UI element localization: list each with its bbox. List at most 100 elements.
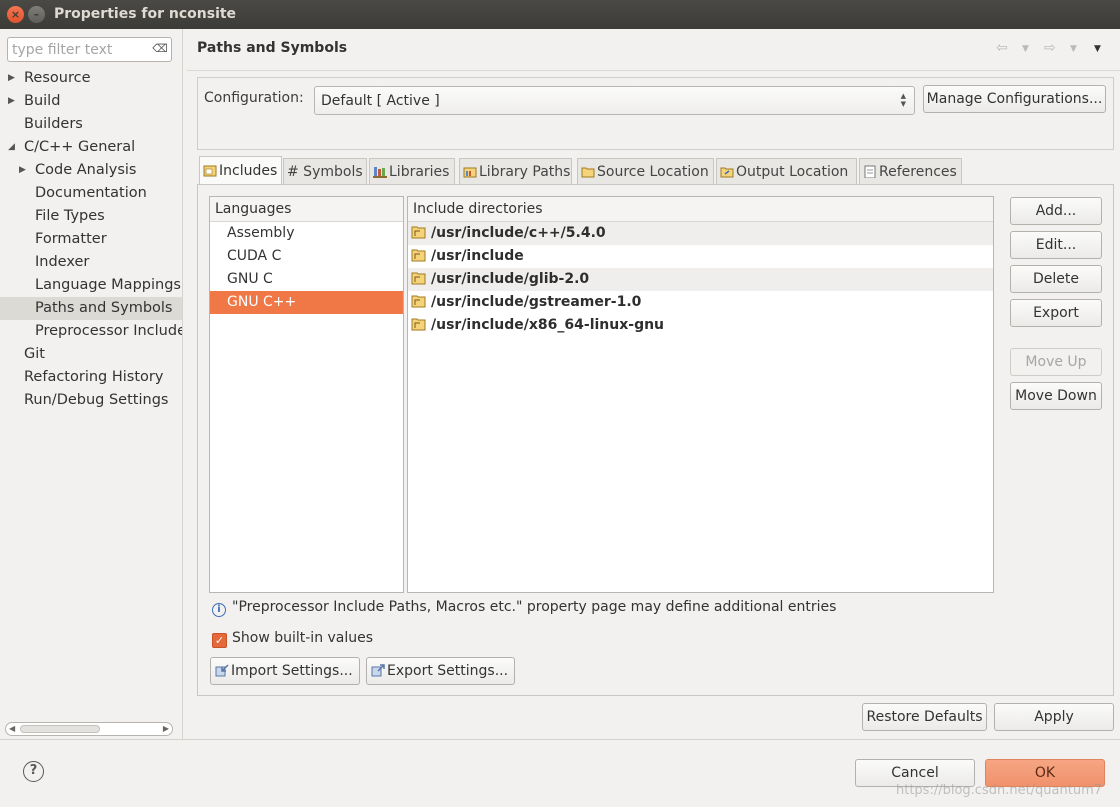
languages-column-header[interactable]: Languages (210, 197, 403, 222)
collapsed-arrow-icon[interactable]: ▶ (8, 67, 15, 90)
tab-output-location[interactable]: Output Location (716, 158, 857, 184)
language-item[interactable]: Assembly (210, 222, 403, 245)
language-item[interactable]: GNU C++ (210, 291, 403, 314)
include-folder-icon (411, 226, 426, 239)
include-folder-icon (411, 249, 426, 262)
tab-source-location[interactable]: Source Location (577, 158, 714, 184)
clear-filter-icon[interactable]: ⌫ (152, 43, 168, 55)
move-down-button[interactable]: Move Down (1010, 382, 1102, 410)
forward-menu-chevron-icon[interactable]: ▼ (1070, 44, 1077, 54)
export-button[interactable]: Export (1010, 299, 1102, 327)
include-directory-item[interactable]: /usr/include/glib-2.0 (408, 268, 993, 291)
add-button[interactable]: Add... (1010, 197, 1102, 225)
navigation-pane: ⌫ ▶Resource▶BuildBuilders◢C/C++ General▶… (0, 29, 183, 739)
tree-item-label: Preprocessor Include (35, 323, 182, 339)
export-settings-button[interactable]: Export Settings... (366, 657, 515, 685)
languages-list: Languages Assembly CUDA C GNU C GNU C++ (209, 196, 404, 593)
include-directories-column-header[interactable]: Include directories (408, 197, 993, 222)
references-icon (864, 165, 876, 178)
libraries-icon (373, 167, 387, 178)
tree-item-label: Language Mappings (35, 277, 181, 293)
tree-item[interactable]: File Types (0, 205, 182, 228)
scroll-right-icon[interactable]: ▶ (163, 723, 169, 735)
tree-item-label: File Types (35, 208, 105, 224)
tree-item[interactable]: Indexer (0, 251, 182, 274)
configuration-combo[interactable]: Default [ Active ] ▲ ▼ (314, 86, 915, 115)
show-builtin-values-row[interactable]: ✓ Show built-in values (212, 630, 373, 648)
filter-input[interactable] (8, 38, 146, 61)
include-directory-item[interactable]: /usr/include/c++/5.4.0 (408, 222, 993, 245)
language-item[interactable]: GNU C (210, 268, 403, 291)
delete-button[interactable]: Delete (1010, 265, 1102, 293)
source-folder-icon (581, 167, 595, 178)
tree-item[interactable]: Documentation (0, 182, 182, 205)
property-tree: ▶ Resource ▶ Build Builders ◢ C/C++ General ▶ Co… (0, 67, 182, 412)
scrollbar-thumb[interactable] (20, 725, 100, 733)
tree-item[interactable]: ▶ Build (0, 90, 182, 113)
tree-item[interactable]: Language Mappings (0, 274, 182, 297)
language-item[interactable]: CUDA C (210, 245, 403, 268)
scroll-left-icon[interactable]: ◀ (9, 723, 15, 735)
include-directory-item[interactable]: /usr/include/gstreamer-1.0 (408, 291, 993, 314)
window-title: Properties for nconsite (54, 6, 237, 22)
tab-includes[interactable]: Includes (199, 156, 282, 185)
tree-item-label: Formatter (35, 231, 107, 247)
tree-item[interactable]: Run/Debug Settings (0, 389, 182, 412)
show-builtin-values-label: Show built-in values (232, 630, 374, 646)
back-menu-chevron-icon[interactable]: ▼ (1022, 44, 1029, 54)
restore-defaults-button[interactable]: Restore Defaults (862, 703, 987, 731)
edit-button[interactable]: Edit... (1010, 231, 1102, 259)
footer-separator (0, 739, 1120, 740)
tab-symbols[interactable]: # Symbols (283, 158, 367, 184)
tab-libraries[interactable]: Libraries (369, 158, 455, 184)
include-directory-item[interactable]: /usr/include (408, 245, 993, 268)
tree-item-label: Documentation (35, 185, 147, 201)
tab-label: References (879, 164, 957, 180)
forward-arrow-icon[interactable]: ⇨ (1044, 40, 1056, 56)
show-builtin-values-checkbox[interactable]: ✓ (212, 633, 227, 648)
output-folder-icon (720, 167, 734, 178)
tree-item[interactable]: Preprocessor Include (0, 320, 182, 343)
export-settings-icon (371, 664, 385, 677)
include-directory-item[interactable]: /usr/include/x86_64-linux-gnu (408, 314, 993, 337)
tree-item[interactable]: Builders (0, 113, 182, 136)
manage-configurations-button[interactable]: Manage Configurations... (923, 85, 1106, 113)
info-icon: i (212, 603, 226, 617)
help-icon[interactable]: ? (23, 761, 44, 782)
tab-label: Includes (219, 163, 278, 179)
tree-item-label: Git (24, 346, 45, 362)
include-folder-icon (411, 272, 426, 285)
import-settings-button[interactable]: Import Settings... (210, 657, 360, 685)
tree-item[interactable]: Git (0, 343, 182, 366)
tree-item[interactable]: ▶ Resource (0, 67, 182, 90)
tree-item[interactable]: ▶ Code Analysis (0, 159, 182, 182)
tree-item[interactable]: Refactoring History (0, 366, 182, 389)
filter-box: ⌫ (7, 37, 172, 62)
back-arrow-icon[interactable]: ⇦ (996, 40, 1008, 56)
window-minimize-button[interactable]: – (28, 6, 45, 23)
window-close-button[interactable]: × (7, 6, 24, 23)
tab-references[interactable]: References (859, 158, 962, 184)
title-bar: × – Properties for nconsite (0, 0, 1120, 29)
tab-library-paths[interactable]: Library Paths (459, 158, 572, 184)
configuration-value: Default [ Active ] (321, 93, 440, 109)
tab-label: Output Location (736, 164, 849, 180)
combo-spinner-icon: ▲ ▼ (900, 92, 906, 108)
expanded-arrow-icon[interactable]: ◢ (8, 136, 15, 159)
import-settings-label: Import Settings... (231, 663, 353, 679)
tree-item[interactable]: Paths and Symbols (0, 297, 182, 320)
includes-icon (203, 165, 217, 177)
apply-button[interactable]: Apply (994, 703, 1114, 731)
collapsed-arrow-icon[interactable]: ▶ (19, 159, 26, 182)
view-menu-chevron-icon[interactable]: ▼ (1094, 44, 1101, 54)
horizontal-scrollbar[interactable]: ◀ ▶ (5, 722, 173, 736)
include-directory-path: /usr/include/gstreamer-1.0 (431, 294, 642, 310)
tree-item[interactable]: Formatter (0, 228, 182, 251)
collapsed-arrow-icon[interactable]: ▶ (8, 90, 15, 113)
library-paths-icon (463, 167, 477, 178)
include-folder-icon (411, 295, 426, 308)
move-up-button[interactable]: Move Up (1010, 348, 1102, 376)
page-title: Paths and Symbols (197, 40, 348, 56)
tree-item[interactable]: ◢ C/C++ General (0, 136, 182, 159)
tab-label: Source Location (597, 164, 709, 180)
